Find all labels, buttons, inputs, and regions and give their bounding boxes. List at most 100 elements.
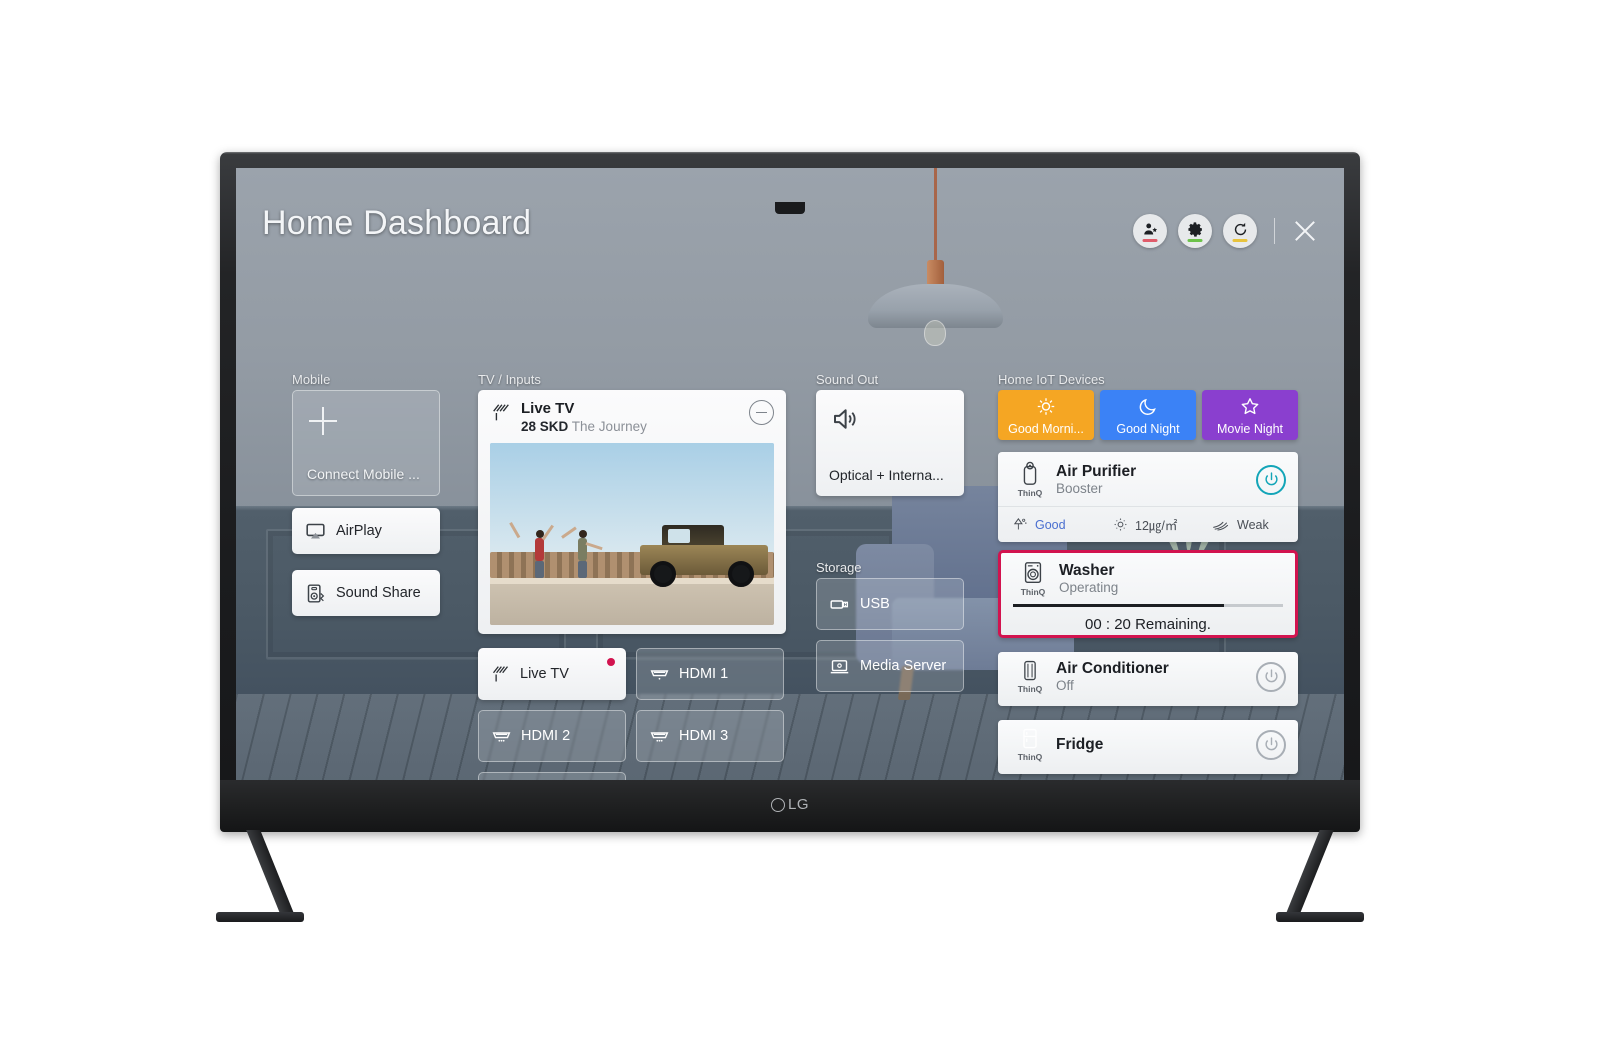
scene-tile-good-morning[interactable]: Good Morni... [998, 390, 1094, 440]
metric-wind: Weak [1198, 516, 1298, 533]
hdmi-icon [650, 669, 669, 680]
device-name: Air Purifier [1056, 462, 1137, 480]
scene-tile-movie-night[interactable]: Movie Night [1202, 390, 1298, 440]
washer-remaining-label: 00 : 20 Remaining. [1085, 616, 1211, 633]
washer-progress-fill [1013, 604, 1224, 607]
live-tv-thumbnail [490, 443, 774, 626]
speaker-icon-wrap [816, 390, 964, 439]
section-label-sound-out: Sound Out [816, 372, 879, 387]
connect-mobile-tile[interactable]: Connect Mobile ... [292, 390, 440, 496]
power-icon [1264, 472, 1278, 486]
thinq-tag: ThinQ [1017, 684, 1043, 694]
live-tv-header: Live TV 28 SKD The Journey [490, 400, 774, 434]
washer-icon [1024, 562, 1042, 583]
close-icon[interactable] [1292, 218, 1318, 244]
thumbnail-person [561, 526, 603, 578]
storage-tile-usb[interactable]: USB [816, 578, 964, 630]
airplay-tile[interactable]: AirPlay [292, 508, 440, 554]
power-button[interactable] [1256, 729, 1286, 760]
tv-foot-right [1276, 912, 1364, 922]
iot-card-fridge[interactable]: ThinQ Fridge [998, 720, 1298, 774]
air-purifier-icon [1023, 461, 1037, 485]
refresh-button[interactable] [1223, 214, 1257, 248]
scene-label: Good Night [1116, 422, 1180, 436]
input-tile-hdmi-2[interactable]: HDMI 2 [478, 710, 626, 762]
air-purifier-header: ThinQ Air Purifier Booster [998, 452, 1298, 506]
air-purifier-names: Air Purifier Booster [1056, 463, 1136, 497]
sound-share-label: Sound Share [336, 585, 421, 601]
air-quality-icon [1013, 517, 1027, 530]
refresh-icon [1234, 222, 1246, 235]
wind-icon [1213, 521, 1229, 531]
tv-ir-nub [775, 202, 805, 214]
settings-button[interactable] [1178, 214, 1212, 248]
airplay-icon [306, 523, 325, 538]
input-tile-hdmi-4[interactable]: HDMI 4 [478, 772, 626, 780]
live-tv-program: The Journey [571, 419, 647, 435]
iot-card-washer[interactable]: ThinQ Washer Operating 00 : 20 Remaining… [998, 550, 1298, 638]
tv-set: Home Dashboard Mobile Connect Mobile ...… [216, 152, 1364, 922]
live-tv-channel-program: 28 SKD The Journey [521, 419, 647, 434]
washer-header: ThinQ Washer Operating [1001, 553, 1295, 604]
input-tile-hdmi-1[interactable]: HDMI 1 [636, 648, 784, 700]
tv-screen: Home Dashboard Mobile Connect Mobile ...… [236, 168, 1344, 780]
power-icon [1264, 737, 1278, 751]
live-tv-preview-card[interactable]: Live TV 28 SKD The Journey [478, 390, 786, 634]
thumbnail-vehicle [640, 525, 769, 588]
sun-icon [1037, 398, 1055, 415]
device-name: Washer [1059, 561, 1115, 579]
device-status: Operating [1059, 580, 1119, 596]
fridge-brand: ThinQ [1010, 727, 1050, 762]
hdmi-icon [492, 731, 511, 742]
metric-value: 12㎍/㎡ [1135, 519, 1178, 533]
fridge-icon [1023, 728, 1037, 749]
iot-card-air-conditioner[interactable]: ThinQ Air Conditioner Off [998, 652, 1298, 706]
storage-label: USB [860, 596, 890, 612]
scene-tile-good-night[interactable]: Good Night [1100, 390, 1196, 440]
metric-dust: 12㎍/㎡ [1098, 515, 1198, 534]
usb-icon [830, 599, 849, 609]
antenna-icon [493, 404, 509, 421]
metric-air-quality: Good [998, 516, 1098, 533]
section-label-home-iot: Home IoT Devices [998, 372, 1105, 387]
connect-mobile-label: Connect Mobile ... [307, 466, 420, 482]
washer-brand: ThinQ [1013, 560, 1053, 597]
moon-icon [1139, 398, 1156, 415]
media-server-icon [830, 659, 849, 673]
power-icon [1264, 669, 1278, 683]
power-button[interactable] [1256, 464, 1286, 495]
profile-accent-bar [1142, 239, 1158, 242]
section-label-mobile: Mobile [292, 372, 331, 387]
storage-tile-media-server[interactable]: Media Server [816, 640, 964, 692]
tv-foot-left [216, 912, 304, 922]
hdmi-icon [650, 731, 669, 742]
iot-card-air-purifier[interactable]: ThinQ Air Purifier Booster Good 12㎍/㎡ We… [998, 452, 1298, 542]
washer-names: Washer Operating [1059, 562, 1118, 596]
header-toolbar [1133, 214, 1318, 248]
input-tile-live-tv[interactable]: Live TV [478, 648, 626, 700]
air-purifier-metrics: Good 12㎍/㎡ Weak [998, 506, 1298, 542]
user-profile-button[interactable] [1133, 214, 1167, 248]
scene-label: Good Morni... [1008, 422, 1084, 436]
tv-chin: LG [220, 780, 1360, 832]
live-tv-channel: 28 SKD [521, 419, 569, 435]
thinq-tag: ThinQ [1017, 752, 1043, 762]
sound-out-tile[interactable]: Optical + Interna... [816, 390, 964, 496]
remove-input-button[interactable] [749, 400, 774, 425]
tv-leg-right [1284, 830, 1334, 918]
plus-icon [309, 407, 337, 435]
thumbnail-person [509, 521, 555, 578]
air-conditioner-icon [1024, 660, 1036, 681]
power-button[interactable] [1256, 661, 1286, 692]
air-purifier-brand: ThinQ [1010, 461, 1050, 498]
washer-progress-bar [1013, 604, 1283, 607]
input-tile-hdmi-3[interactable]: HDMI 3 [636, 710, 784, 762]
sound-out-label: Optical + Interna... [829, 467, 944, 483]
input-label: Live TV [520, 666, 569, 682]
live-tv-source: Live TV [521, 400, 575, 417]
device-status: Booster [1056, 481, 1103, 497]
storage-label: Media Server [860, 658, 947, 674]
lg-wordmark: LG [787, 796, 810, 813]
gear-icon [1187, 221, 1202, 237]
sound-share-tile[interactable]: Sound Share [292, 570, 440, 616]
